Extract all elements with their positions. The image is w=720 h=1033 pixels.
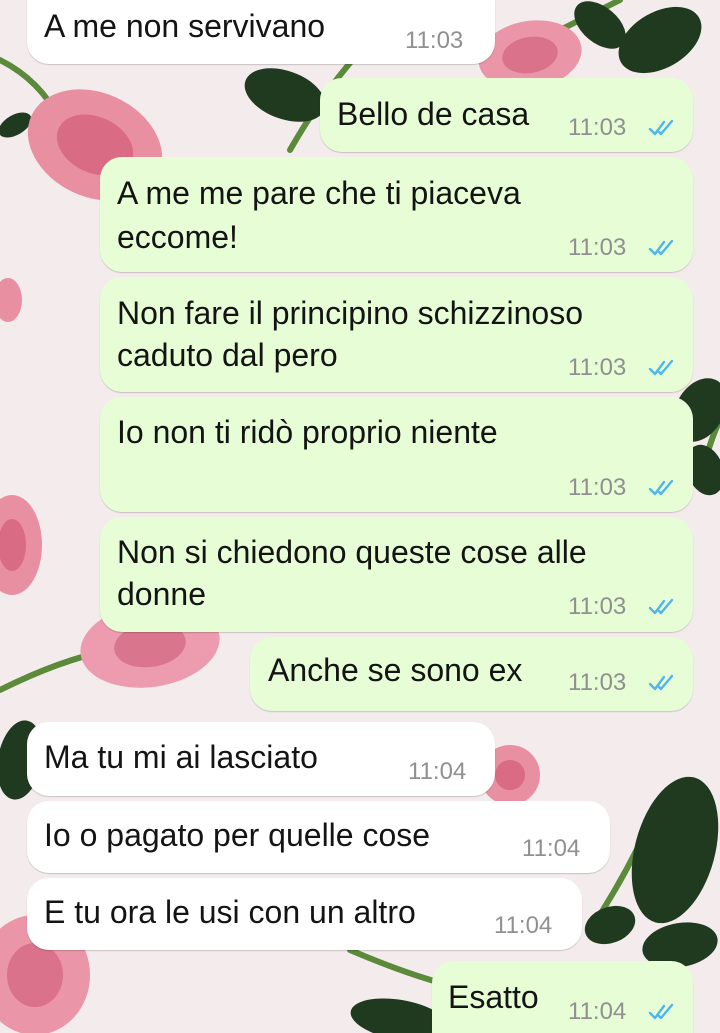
incoming-message[interactable]: Ma tu mi ai lasciato 11:04 — [27, 722, 495, 796]
incoming-message[interactable]: E tu ora le usi con un altro 11:04 — [27, 878, 582, 950]
outgoing-message[interactable]: Bello de casa 11:03 — [320, 78, 693, 152]
message-text: Non fare il principino schizzinoso — [117, 295, 583, 331]
incoming-message[interactable]: A me non servivano 11:03 — [27, 0, 495, 64]
read-receipt-icon — [648, 1003, 674, 1020]
message-text: eccome! — [117, 219, 238, 255]
message-text: A me me pare che ti piaceva — [117, 175, 521, 211]
message-timestamp: 11:04 — [568, 998, 627, 1025]
message-text: Ma tu mi ai lasciato — [44, 739, 318, 775]
outgoing-message[interactable]: A me me pare che ti piaceva eccome! 11:0… — [100, 157, 693, 272]
message-text: Non si chiedono queste cose alle — [117, 534, 587, 570]
message-text: Esatto — [448, 979, 539, 1015]
message-text: donne — [117, 576, 206, 612]
message-text: Anche se sono ex — [268, 652, 523, 688]
outgoing-message[interactable]: Io non ti ridò proprio niente 11:03 — [100, 397, 693, 512]
message-timestamp: 11:04 — [522, 835, 581, 862]
message-timestamp: 11:04 — [494, 912, 553, 939]
message-timestamp: 11:04 — [408, 758, 467, 785]
message-timestamp: 11:03 — [568, 669, 627, 696]
message-text: caduto dal pero — [117, 337, 338, 373]
outgoing-message[interactable]: Non si chiedono queste cose alle donne 1… — [100, 517, 693, 632]
message-text: A me non servivano — [44, 8, 326, 44]
message-timestamp: 11:03 — [405, 27, 464, 54]
message-timestamp: 11:03 — [568, 474, 627, 501]
message-text: Io o pagato per quelle cose — [44, 817, 431, 853]
read-receipt-icon — [648, 598, 674, 615]
message-timestamp: 11:03 — [568, 114, 627, 141]
read-receipt-icon — [648, 239, 674, 256]
message-text: Bello de casa — [337, 96, 530, 132]
message-text: E tu ora le usi con un altro — [44, 894, 416, 930]
message-text: Io non ti ridò proprio niente — [117, 414, 498, 450]
message-timestamp: 11:03 — [568, 234, 627, 261]
read-receipt-icon — [648, 359, 674, 376]
outgoing-message[interactable]: Esatto 11:04 — [432, 961, 693, 1033]
outgoing-message[interactable]: Anche se sono ex 11:03 — [250, 637, 693, 711]
message-timestamp: 11:03 — [568, 354, 627, 381]
read-receipt-icon — [648, 119, 674, 136]
message-timestamp: 11:03 — [568, 593, 627, 620]
read-receipt-icon — [648, 674, 674, 691]
read-receipt-icon — [648, 479, 674, 496]
outgoing-message[interactable]: Non fare il principino schizzinoso cadut… — [100, 277, 693, 392]
incoming-message[interactable]: Io o pagato per quelle cose 11:04 — [27, 801, 610, 873]
